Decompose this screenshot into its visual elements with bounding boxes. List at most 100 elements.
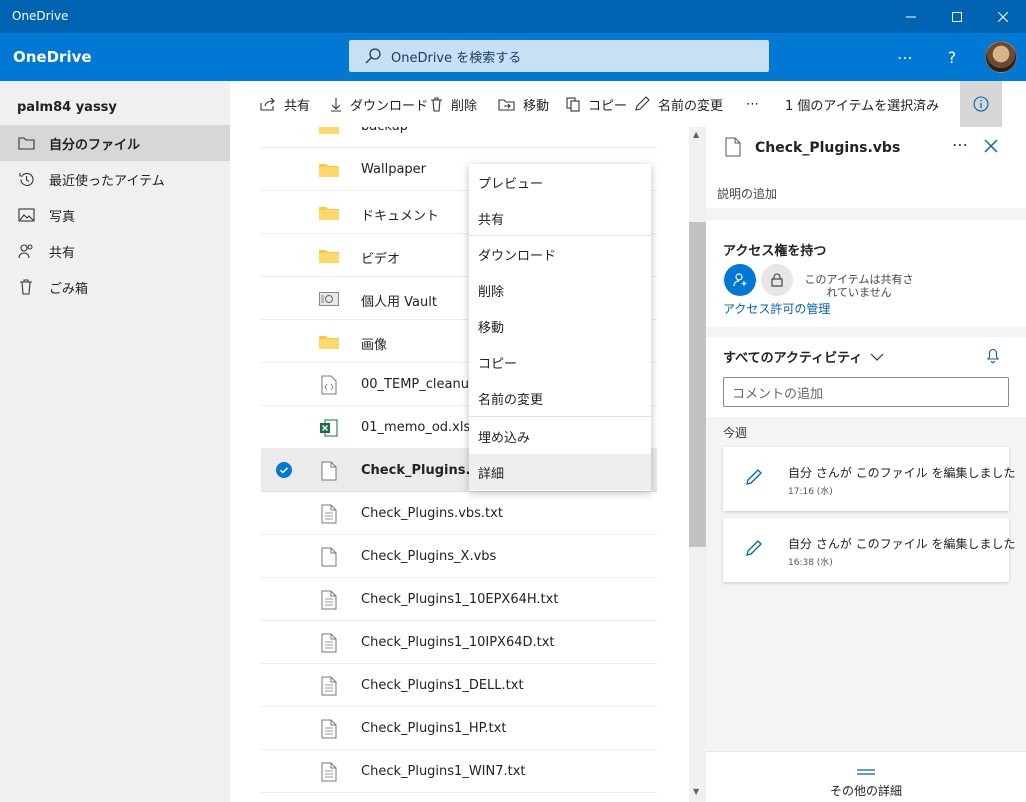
selection-count[interactable]: 1 個のアイテムを選択済み bbox=[785, 81, 939, 127]
nav-item-label: 最近使ったアイテム bbox=[49, 173, 165, 189]
details-close-button[interactable] bbox=[984, 139, 998, 157]
folder-icon bbox=[319, 332, 339, 352]
file-name: Check_Plugins.vbs.txt bbox=[361, 506, 503, 521]
file-name: Check_Plugins1_10IPX64D.txt bbox=[361, 635, 555, 650]
share-command[interactable]: 共有 bbox=[260, 81, 310, 127]
folder-icon bbox=[17, 136, 35, 150]
search-placeholder: OneDrive を検索する bbox=[391, 50, 522, 66]
file-icon bbox=[319, 461, 339, 481]
details-pane: Check_Plugins.vbs ⋯ 説明の追加 アクセス権を持つ このアイテ… bbox=[706, 127, 1026, 802]
info-pane-button[interactable] bbox=[960, 81, 1002, 127]
app-header: OneDrive OneDrive を検索する ⋯ ? bbox=[0, 33, 1026, 81]
manage-access-link[interactable]: アクセス許可の管理 bbox=[723, 300, 830, 317]
comment-input[interactable]: コメントの追加 bbox=[723, 377, 1009, 407]
share-icon bbox=[260, 97, 276, 111]
file-name: ビデオ bbox=[361, 252, 401, 267]
recycle-bin-icon bbox=[17, 279, 35, 295]
file-name: Check_Plugins1_WIN7.txt bbox=[361, 764, 526, 779]
context-menu-item[interactable]: 埋め込み bbox=[469, 418, 651, 454]
file-row[interactable]: Check_Plugins1_DELL.txt bbox=[261, 664, 657, 707]
brand-name[interactable]: OneDrive bbox=[13, 48, 92, 66]
add-people-button[interactable] bbox=[724, 264, 756, 296]
close-window-button[interactable] bbox=[980, 0, 1026, 33]
file-row[interactable]: backup bbox=[261, 127, 657, 148]
text-file-icon bbox=[319, 719, 339, 739]
file-name: ドキュメント bbox=[361, 209, 440, 224]
file-icon bbox=[319, 547, 339, 567]
context-menu-item[interactable]: 詳細 bbox=[469, 454, 651, 490]
delete-command[interactable]: 削除 bbox=[430, 81, 477, 127]
lock-icon bbox=[771, 273, 783, 287]
file-row[interactable]: Check_Plugins1_WIN7.txt bbox=[261, 750, 657, 793]
activity-section: すべてのアクティビティ コメントの追加 今週 自分 さんが このファイル を編集… bbox=[706, 337, 1026, 777]
add-person-icon bbox=[733, 273, 747, 287]
menu-divider bbox=[469, 235, 651, 236]
file-row[interactable]: Check_Plugins1_HP.txt bbox=[261, 707, 657, 750]
activity-item[interactable]: 自分 さんが このファイル を編集しました 17:16 (水) bbox=[723, 447, 1015, 511]
context-menu-item[interactable]: 移動 bbox=[469, 308, 651, 344]
file-name: 個人用 Vault bbox=[361, 295, 437, 310]
download-command[interactable]: ダウンロード bbox=[330, 81, 428, 127]
activity-time: 17:16 (水) bbox=[788, 487, 833, 497]
file-row[interactable]: Check_Plugins.vbs.txt bbox=[261, 492, 657, 535]
folder-icon bbox=[319, 160, 339, 180]
file-name: Check_Plugins_X.vbs bbox=[361, 549, 497, 564]
code-file-icon bbox=[319, 375, 339, 395]
more-icon: ⋯ bbox=[746, 96, 759, 112]
trash-icon bbox=[430, 96, 443, 112]
help-button[interactable]: ? bbox=[932, 33, 972, 81]
vertical-scrollbar[interactable]: ▲ ▼ bbox=[689, 127, 706, 802]
details-header: Check_Plugins.vbs ⋯ 説明の追加 bbox=[706, 127, 1026, 208]
file-row[interactable]: Check_Plugins1_10IPX64D.txt bbox=[261, 621, 657, 664]
scroll-down-arrow-icon[interactable]: ▼ bbox=[693, 787, 699, 796]
header-more-button[interactable]: ⋯ bbox=[885, 33, 925, 81]
context-menu-item[interactable]: 削除 bbox=[469, 272, 651, 308]
history-icon bbox=[17, 171, 35, 188]
maximize-button[interactable] bbox=[934, 0, 980, 33]
context-menu-item[interactable]: プレビュー bbox=[469, 164, 651, 200]
more-commands-button[interactable]: ⋯ bbox=[746, 81, 759, 127]
nav-item-recent[interactable]: 最近使ったアイテム bbox=[0, 161, 230, 197]
context-menu-item[interactable]: 名前の変更 bbox=[469, 380, 651, 416]
notification-bell-icon[interactable] bbox=[986, 347, 1000, 367]
activity-heading-button[interactable]: すべてのアクティビティ bbox=[723, 347, 884, 366]
photo-icon bbox=[17, 208, 35, 222]
folder-icon bbox=[319, 203, 339, 223]
nav-item-label: 写真 bbox=[49, 209, 76, 225]
nav-item-shared[interactable]: 共有 bbox=[0, 233, 230, 269]
scroll-up-arrow-icon[interactable]: ▲ bbox=[693, 130, 699, 139]
scrollbar-thumb[interactable] bbox=[689, 222, 706, 547]
file-name: 01_memo_od.xlsx bbox=[361, 420, 478, 435]
context-menu-item[interactable]: 共有 bbox=[469, 200, 651, 236]
minimize-button[interactable] bbox=[888, 0, 934, 33]
rename-command[interactable]: 名前の変更 bbox=[634, 81, 723, 127]
avatar[interactable] bbox=[985, 41, 1017, 73]
context-menu-item[interactable]: コピー bbox=[469, 344, 651, 380]
nav-item-my-files[interactable]: 自分のファイル bbox=[0, 125, 230, 161]
move-command[interactable]: 移動 bbox=[498, 81, 549, 127]
details-file-name: Check_Plugins.vbs bbox=[755, 140, 901, 156]
minimize-icon bbox=[906, 16, 916, 17]
nav-item-recycle-bin[interactable]: ごみ箱 bbox=[0, 269, 230, 305]
file-row[interactable]: Check_Plugins1_10EPX64H.txt bbox=[261, 578, 657, 621]
access-section: アクセス権を持つ このアイテムは共有されていません アクセス許可の管理 bbox=[706, 220, 1026, 327]
move-icon bbox=[498, 98, 515, 111]
checkmark-icon[interactable] bbox=[276, 462, 292, 482]
search-box[interactable]: OneDrive を検索する bbox=[349, 40, 769, 72]
edit-icon bbox=[745, 468, 763, 490]
rename-icon bbox=[634, 96, 650, 112]
details-more-button[interactable]: ⋯ bbox=[952, 135, 968, 154]
file-name: 00_TEMP_cleanup bbox=[361, 377, 478, 392]
context-menu-item[interactable]: ダウンロード bbox=[469, 236, 651, 272]
nav-item-photos[interactable]: 写真 bbox=[0, 197, 230, 233]
file-row[interactable]: Check_Plugins_X.vbs bbox=[261, 535, 657, 578]
text-file-icon bbox=[319, 633, 339, 653]
close-icon bbox=[998, 11, 1008, 22]
file-name: Check_Plugins1_DELL.txt bbox=[361, 678, 524, 693]
copy-command[interactable]: コピー bbox=[566, 81, 627, 127]
more-details-button[interactable]: その他の詳細 bbox=[706, 751, 1026, 802]
activity-time: 16:38 (水) bbox=[788, 558, 833, 568]
activity-item[interactable]: 自分 さんが このファイル を編集しました 16:38 (水) bbox=[723, 518, 1015, 582]
add-description-link[interactable]: 説明の追加 bbox=[717, 185, 777, 202]
file-name: backup bbox=[361, 127, 408, 134]
